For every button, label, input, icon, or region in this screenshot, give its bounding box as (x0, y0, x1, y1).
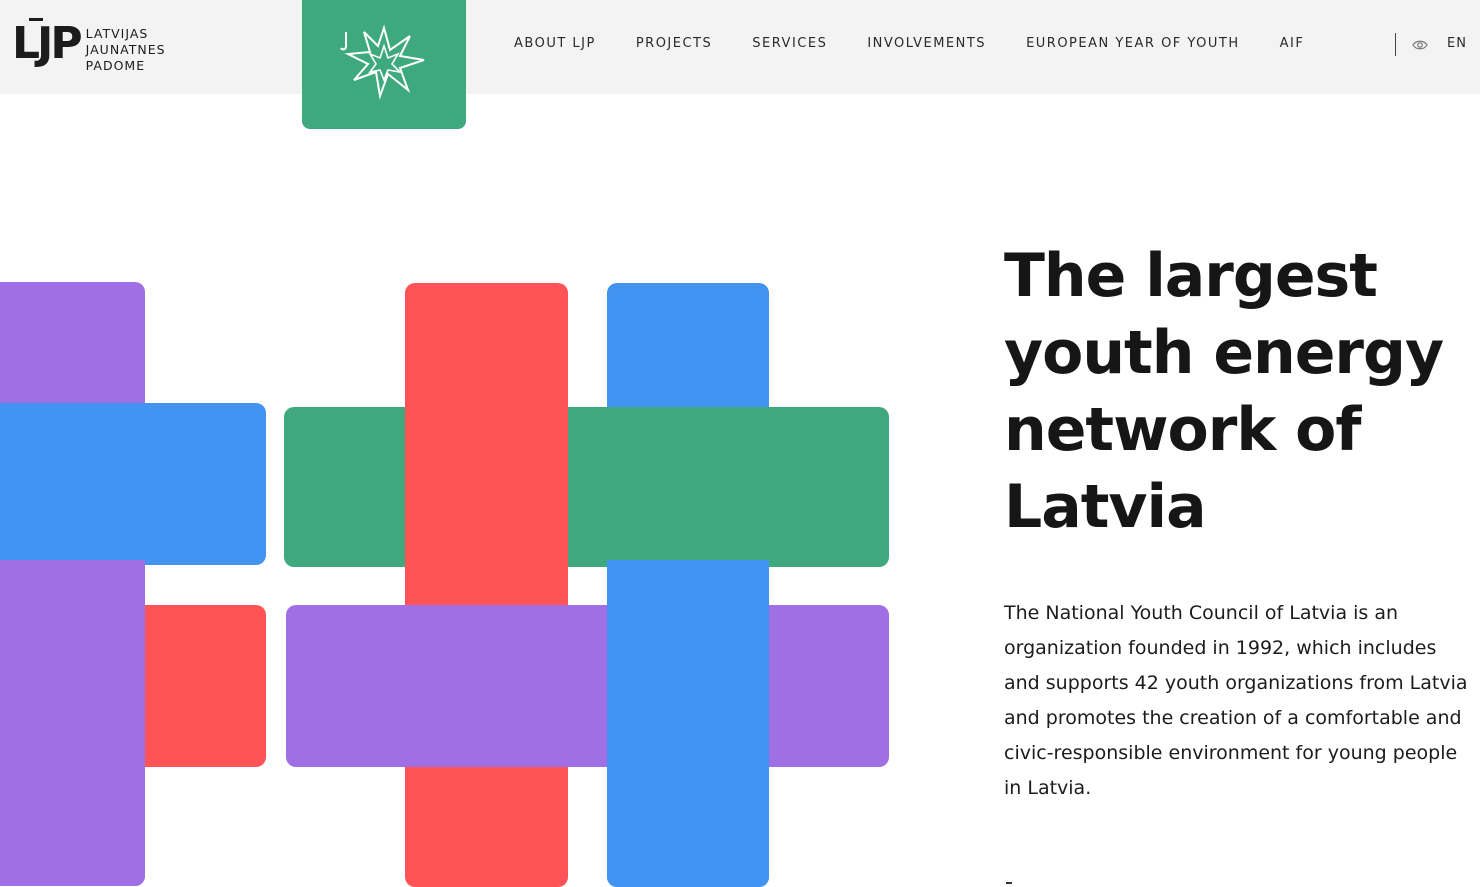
logo-line: JAUNATNES (85, 42, 166, 57)
nav-item-about[interactable]: ABOUT LJP (514, 36, 596, 51)
graphic-bar (286, 605, 889, 767)
eye-icon[interactable] (1412, 38, 1428, 52)
site-logo[interactable]: LJP LATVIJAS JAUNATNES PADOME (12, 16, 166, 74)
page: LJP LATVIJAS JAUNATNES PADOME ABOUT LJP … (0, 0, 1480, 887)
graphic-bar (0, 560, 145, 886)
graphic-bar (607, 560, 769, 887)
nav-item-projects[interactable]: PROJECTS (636, 36, 712, 51)
graphic-bar (284, 407, 889, 567)
logo-wordmark: LATVIJAS JAUNATNES PADOME (86, 26, 166, 74)
hero-description: The National Youth Council of Latvia is … (1004, 602, 1468, 799)
logo-line: LATVIJAS (85, 26, 149, 41)
scroll-indicator (1006, 882, 1012, 884)
ljp-badge[interactable] (302, 0, 466, 129)
logo-line: PADOME (85, 58, 146, 73)
logo-mark: LJP (12, 18, 83, 69)
hero-title: The largest youth energy network of Latv… (1004, 241, 1444, 542)
nav-item-involvements[interactable]: INVOLVEMENTS (867, 36, 986, 51)
nav-item-aif[interactable]: AIF (1280, 36, 1305, 51)
main-nav: ABOUT LJP PROJECTS SERVICES INVOLVEMENTS… (514, 36, 1344, 51)
graphic-bar (0, 403, 266, 565)
language-switch[interactable]: EN (1447, 36, 1467, 51)
ljp-star-icon (340, 24, 425, 100)
graphic-bar (405, 407, 568, 605)
nav-item-european-year-of-youth[interactable]: EUROPEAN YEAR OF YOUTH (1026, 36, 1240, 51)
nav-item-services[interactable]: SERVICES (752, 36, 827, 51)
nav-divider (1395, 33, 1396, 56)
site-header: LJP LATVIJAS JAUNATNES PADOME ABOUT LJP … (0, 0, 1480, 94)
